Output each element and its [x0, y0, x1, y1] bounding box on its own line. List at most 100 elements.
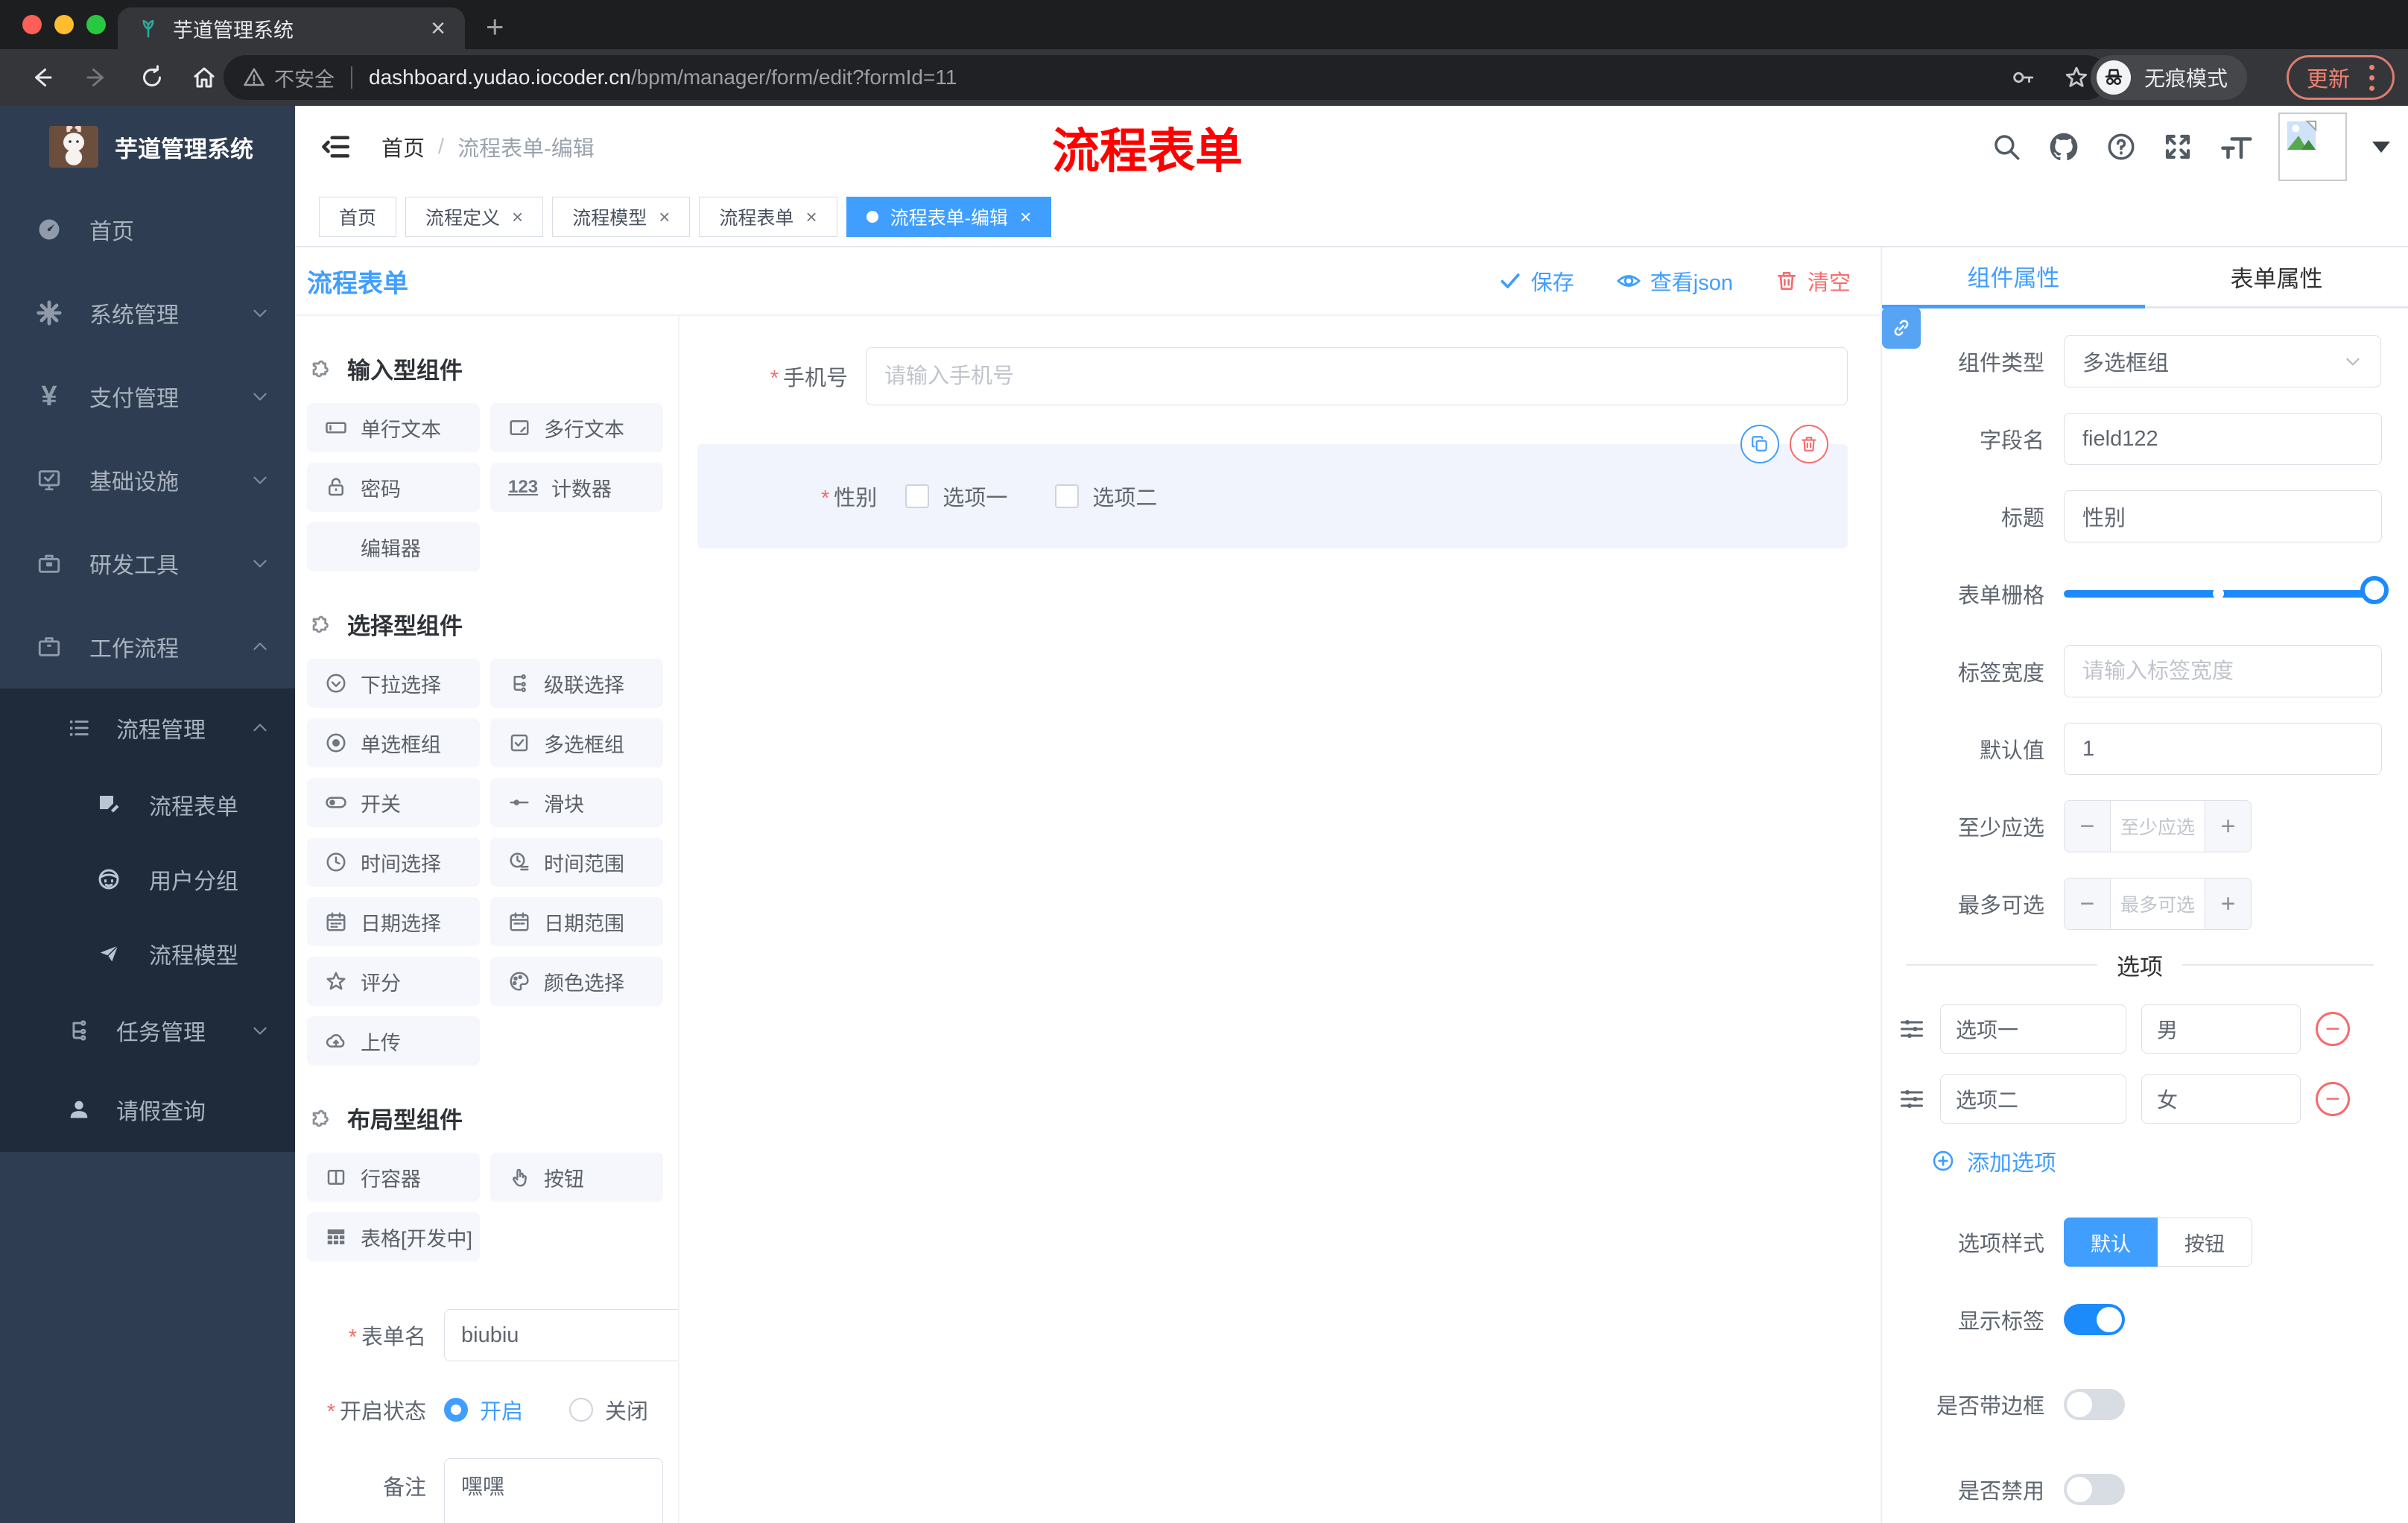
form-grid-slider[interactable]	[2064, 576, 2389, 604]
close-window-button[interactable]	[22, 15, 42, 34]
form-name-input[interactable]	[444, 1309, 678, 1361]
font-size-icon[interactable]	[2219, 131, 2253, 162]
component-password[interactable]: 密码	[307, 463, 480, 512]
avatar[interactable]	[2278, 113, 2347, 181]
copy-widget-button[interactable]	[1740, 425, 1779, 463]
option-name-input[interactable]	[1940, 1074, 2126, 1124]
style-default-button[interactable]: 默认	[2064, 1218, 2158, 1267]
component-table[interactable]: 表格[开发中]	[307, 1212, 480, 1261]
github-icon[interactable]	[2047, 130, 2080, 163]
component-radio-group[interactable]: 单选框组	[307, 718, 480, 767]
component-checkbox-group[interactable]: 多选框组	[490, 718, 663, 767]
style-button-button[interactable]: 按钮	[2158, 1218, 2252, 1267]
status-on-label[interactable]: 开启	[480, 1394, 523, 1425]
option-name-input[interactable]	[1940, 1004, 2126, 1054]
status-on-radio[interactable]	[444, 1398, 468, 1422]
sidebar-item-home[interactable]: 首页	[0, 188, 295, 271]
component-cascader[interactable]: 级联选择	[490, 659, 663, 708]
route-tab-process-form-edit[interactable]: 流程表单-编辑 ×	[846, 197, 1052, 237]
clear-button[interactable]: 清空	[1775, 265, 1851, 297]
minimize-window-button[interactable]	[54, 15, 74, 34]
component-upload[interactable]: 上传	[307, 1016, 480, 1066]
sidebar-item-user-group[interactable]: 用户分组	[0, 842, 295, 916]
option-style-segmented[interactable]: 默认 按钮	[2064, 1218, 2252, 1267]
sidebar-item-system[interactable]: 系统管理	[0, 271, 295, 355]
tab-form-props[interactable]: 表单属性	[2145, 247, 2408, 308]
component-single-text[interactable]: 单行文本	[307, 403, 480, 452]
gender-opt2-checkbox[interactable]	[1055, 484, 1080, 508]
title-input[interactable]	[2064, 490, 2382, 542]
gender-opt1-checkbox[interactable]	[905, 484, 930, 508]
status-off-radio[interactable]	[569, 1398, 594, 1422]
component-date-range[interactable]: 日期范围	[490, 897, 663, 946]
minus-button[interactable]: −	[2065, 878, 2111, 929]
browser-menu-icon[interactable]	[2369, 64, 2374, 91]
status-off-label[interactable]: 关闭	[605, 1394, 648, 1425]
fullscreen-icon[interactable]	[2162, 131, 2193, 162]
canvas-selected-checkbox-widget[interactable]: * 性别 选项一 选项二	[697, 425, 1848, 548]
remove-option-button[interactable]: −	[2316, 1012, 2350, 1046]
forward-icon[interactable]	[83, 64, 110, 91]
phone-input[interactable]	[866, 347, 1848, 405]
sidebar-item-task-mgmt[interactable]: 任务管理	[0, 991, 295, 1070]
show-label-switch[interactable]	[2064, 1304, 2125, 1335]
add-option-button[interactable]: 添加选项	[1931, 1144, 2381, 1177]
min-select-stepper[interactable]: − 至少应选 +	[2064, 800, 2252, 852]
tab-close-icon[interactable]: ×	[1020, 206, 1031, 229]
component-counter[interactable]: 123 计数器	[490, 463, 663, 512]
sidebar-item-leave-query[interactable]: 请假查询	[0, 1070, 295, 1149]
form-remark-textarea[interactable]: 嘿嘿	[444, 1458, 663, 1523]
tab-component-props[interactable]: 组件属性	[1882, 247, 2145, 308]
sidebar-item-infra[interactable]: 基础设施	[0, 438, 295, 522]
reload-icon[interactable]	[139, 64, 165, 91]
back-icon[interactable]	[28, 64, 55, 91]
help-icon[interactable]	[2106, 131, 2137, 162]
route-tab-home[interactable]: 首页	[319, 197, 397, 237]
drag-handle-icon[interactable]	[1898, 1086, 1925, 1112]
remove-option-button[interactable]: −	[2316, 1082, 2350, 1116]
collapse-sidebar-icon[interactable]	[320, 131, 352, 162]
tab-close-icon[interactable]: ×	[659, 206, 670, 229]
default-value-input[interactable]	[2064, 723, 2382, 775]
sidebar-item-workflow[interactable]: 工作流程	[0, 605, 295, 688]
component-type-select[interactable]: 多选框组	[2064, 335, 2381, 387]
component-switch[interactable]: 开关	[307, 778, 480, 827]
sidebar-item-process-model[interactable]: 流程模型	[0, 916, 295, 991]
window-controls[interactable]	[22, 15, 106, 34]
sidebar-item-process-form[interactable]: 流程表单	[0, 767, 295, 842]
component-button[interactable]: 按钮	[490, 1153, 663, 1202]
bookmark-star-icon[interactable]	[2064, 65, 2089, 90]
tab-close-icon[interactable]: ×	[805, 206, 817, 229]
max-select-stepper[interactable]: − 最多可选 +	[2064, 878, 2252, 930]
component-row-container[interactable]: 行容器	[307, 1153, 480, 1202]
drag-handle-icon[interactable]	[1898, 1016, 1925, 1042]
view-json-button[interactable]: 查看json	[1616, 265, 1733, 297]
border-switch[interactable]	[2064, 1389, 2125, 1420]
component-select[interactable]: 下拉选择	[307, 659, 480, 708]
maximize-window-button[interactable]	[86, 15, 106, 34]
tab-close-icon[interactable]: ×	[512, 206, 523, 229]
label-width-input[interactable]	[2064, 645, 2382, 697]
component-time-range[interactable]: 时间范围	[490, 838, 663, 887]
data-binding-handle[interactable]	[1882, 307, 1921, 349]
route-tab-process-form[interactable]: 流程表单 ×	[699, 197, 837, 237]
home-icon[interactable]	[191, 64, 218, 91]
breadcrumb-home[interactable]: 首页	[381, 131, 425, 162]
browser-tab[interactable]: 芋道管理系统 ×	[118, 7, 465, 49]
password-key-icon[interactable]	[2010, 65, 2035, 90]
option-value-input[interactable]	[2141, 1074, 2301, 1124]
gender-opt1-label[interactable]: 选项一	[942, 481, 1007, 512]
component-editor[interactable]: 编辑器	[307, 522, 480, 571]
route-tab-process-model[interactable]: 流程模型 ×	[552, 197, 691, 237]
sidebar-item-devtools[interactable]: 研发工具	[0, 522, 295, 605]
plus-button[interactable]: +	[2205, 801, 2251, 852]
browser-update-button[interactable]: 更新	[2286, 55, 2395, 100]
save-button[interactable]: 保存	[1498, 265, 1574, 297]
component-time-picker[interactable]: 时间选择	[307, 838, 480, 887]
component-slider[interactable]: 滑块	[490, 778, 663, 827]
route-tab-process-def[interactable]: 流程定义 ×	[405, 197, 544, 237]
component-rate[interactable]: 评分	[307, 957, 480, 1006]
sidebar-item-payment[interactable]: ¥ 支付管理	[0, 355, 295, 438]
plus-button[interactable]: +	[2205, 878, 2251, 929]
delete-widget-button[interactable]	[1790, 425, 1828, 463]
